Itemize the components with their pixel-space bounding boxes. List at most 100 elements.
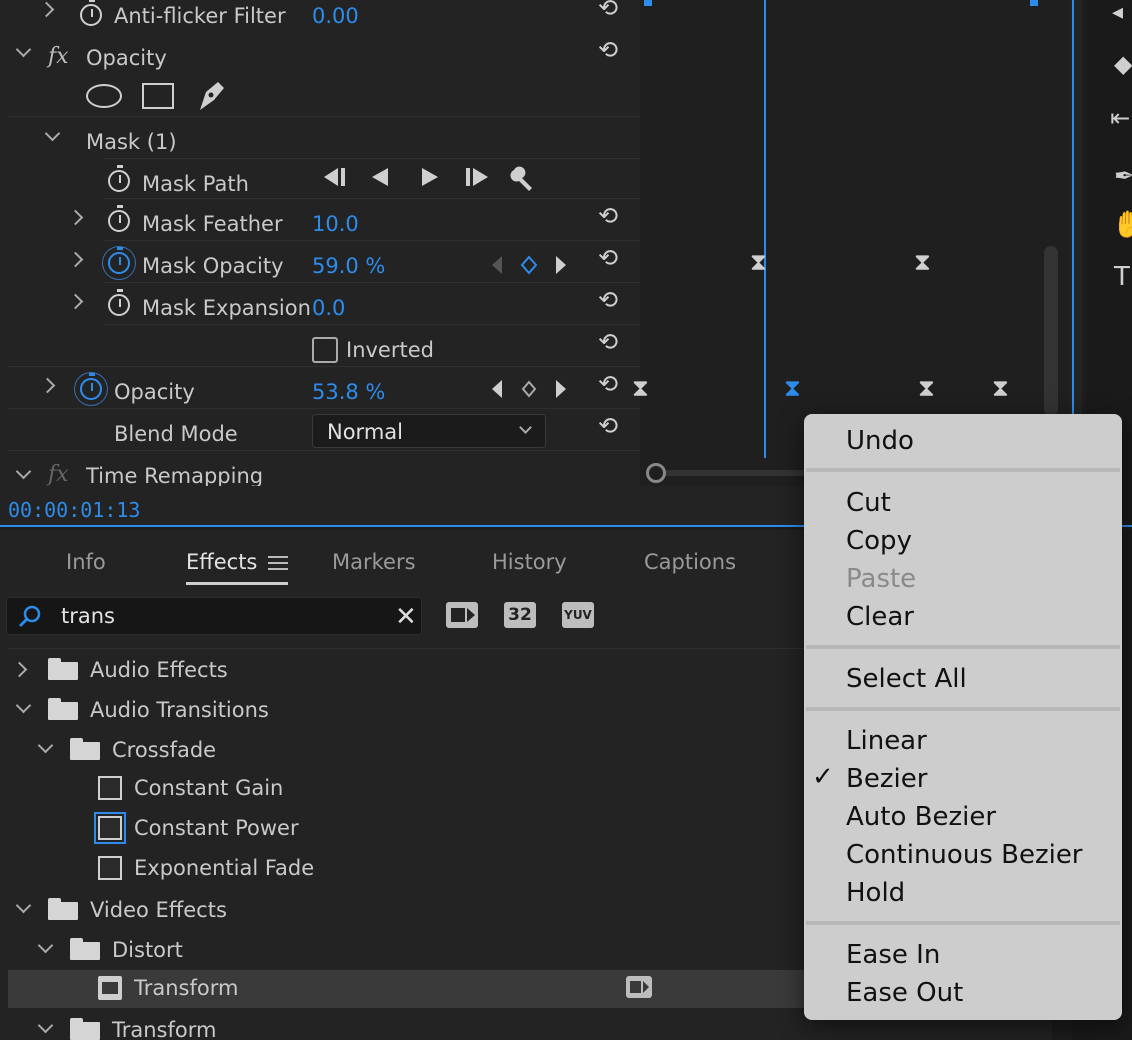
reset-icon[interactable]: ⟲ — [598, 330, 624, 354]
yuv-icon[interactable]: YUV — [562, 602, 594, 628]
accelerated-effects-icon[interactable] — [446, 602, 478, 628]
menu-separator — [806, 921, 1120, 925]
reset-icon[interactable]: ⟲ — [598, 414, 624, 438]
checkmark-icon: ✓ — [812, 762, 834, 792]
time-remapping-label: Time Remapping — [86, 464, 264, 487]
collapse-chevron-icon[interactable] — [15, 463, 32, 480]
reset-icon[interactable]: ⟲ — [598, 38, 624, 62]
menu-item-undo[interactable]: Undo — [846, 428, 914, 454]
folder-icon — [48, 698, 78, 720]
menu-item-auto-bezier[interactable]: Auto Bezier — [846, 804, 996, 830]
effect-controls-scrollbar-thumb[interactable] — [1044, 246, 1058, 416]
tree-item-video-effects[interactable]: Video Effects — [90, 900, 227, 921]
tree-item-crossfade[interactable]: Crossfade — [112, 740, 216, 761]
stopwatch-active-icon[interactable] — [108, 247, 130, 274]
fx-badge-icon[interactable]: fx — [48, 462, 69, 486]
tab-markers[interactable]: Markers — [332, 550, 416, 574]
mask-opacity-value[interactable]: 59.0 % — [312, 256, 385, 277]
ellipse-mask-icon[interactable] — [86, 84, 122, 108]
menu-item-ease-in[interactable]: Ease In — [846, 942, 940, 968]
keyframe-icon[interactable]: ⧗ — [992, 376, 1009, 400]
audio-transition-icon — [98, 776, 122, 800]
menu-item-clear[interactable]: Clear — [846, 604, 914, 630]
menu-item-continuous-bezier[interactable]: Continuous Bezier — [846, 842, 1083, 868]
rectangle-mask-icon[interactable] — [142, 83, 174, 109]
folder-icon — [70, 938, 100, 960]
mask-opacity-label: Mask Opacity — [142, 254, 284, 278]
anti-flicker-label: Anti-flicker Filter — [114, 4, 286, 28]
folder-icon — [48, 898, 78, 920]
zoom-handle[interactable] — [646, 463, 666, 483]
keyframe-selected-icon[interactable]: ⧗ — [784, 376, 801, 400]
timecode-display[interactable]: 00:00:01:13 — [8, 498, 140, 522]
track-select-tool-icon[interactable]: ◂ — [1112, 0, 1123, 25]
razor-tool-icon[interactable]: ◆ — [1114, 50, 1132, 78]
menu-item-copy[interactable]: Copy — [846, 528, 912, 554]
keyframe-icon[interactable]: ⧗ — [750, 250, 767, 274]
search-icon — [17, 604, 43, 630]
blend-mode-dropdown[interactable]: Normal — [312, 414, 546, 448]
tree-item-transform-effect[interactable]: Transform — [134, 978, 238, 999]
tab-info[interactable]: Info — [66, 550, 106, 574]
menu-item-cut[interactable]: Cut — [846, 490, 891, 516]
clear-search-icon[interactable]: ✕ — [395, 602, 417, 632]
keyframe-icon[interactable]: ⧗ — [918, 376, 935, 400]
mask-feather-label: Mask Feather — [142, 212, 283, 236]
stopwatch-icon[interactable] — [108, 165, 130, 192]
menu-item-ease-out[interactable]: Ease Out — [846, 980, 963, 1006]
inverted-label: Inverted — [346, 338, 434, 362]
hand-tool-icon[interactable]: ✋ — [1112, 210, 1132, 240]
menu-item-hold[interactable]: Hold — [846, 880, 905, 906]
opacity-value[interactable]: 53.8 % — [312, 382, 385, 403]
tab-effects[interactable]: Effects — [186, 550, 257, 574]
reset-icon[interactable]: ⟲ — [598, 0, 624, 20]
effects-search-input[interactable]: trans ✕ — [6, 597, 422, 635]
tree-item-audio-effects[interactable]: Audio Effects — [90, 660, 228, 681]
zoom-bar[interactable] — [666, 470, 806, 476]
in-point-marker — [644, 0, 652, 6]
menu-item-bezier[interactable]: Bezier — [846, 766, 927, 792]
tree-item-distort[interactable]: Distort — [112, 940, 183, 961]
opacity-label: Opacity — [114, 380, 195, 404]
search-value: trans — [61, 604, 115, 628]
menu-separator — [806, 468, 1120, 472]
stopwatch-active-icon[interactable] — [80, 373, 102, 400]
reset-icon[interactable]: ⟲ — [598, 246, 624, 270]
reset-icon[interactable]: ⟲ — [598, 372, 624, 396]
tree-item-audio-transitions[interactable]: Audio Transitions — [90, 700, 269, 721]
type-tool-icon[interactable]: T — [1114, 262, 1130, 292]
inverted-checkbox[interactable] — [312, 337, 338, 363]
slip-tool-icon[interactable]: ⇤ — [1110, 104, 1130, 132]
stopwatch-icon[interactable] — [108, 205, 130, 232]
menu-item-linear[interactable]: Linear — [846, 728, 927, 754]
tree-item-exponential-fade[interactable]: Exponential Fade — [134, 858, 314, 879]
mask-feather-value[interactable]: 10.0 — [312, 214, 359, 235]
pen-tool-icon[interactable]: ✒ — [1114, 162, 1132, 190]
menu-item-select-all[interactable]: Select All — [846, 666, 967, 692]
reset-icon[interactable]: ⟲ — [598, 288, 624, 312]
tab-history[interactable]: History — [492, 550, 567, 574]
anti-flicker-value[interactable]: 0.00 — [312, 6, 359, 27]
chevron-down-icon — [519, 421, 532, 434]
audio-transition-icon — [98, 856, 122, 880]
tab-captions[interactable]: Captions — [644, 550, 736, 574]
keyframe-icon[interactable]: ⧗ — [914, 250, 931, 274]
fx-badge-icon[interactable]: fx — [48, 44, 69, 69]
pen-mask-icon[interactable] — [196, 78, 228, 112]
32-bit-icon[interactable]: 32 — [504, 602, 536, 628]
mask-expansion-value[interactable]: 0.0 — [312, 298, 345, 319]
collapse-chevron-icon[interactable] — [37, 1017, 54, 1034]
stopwatch-icon[interactable] — [108, 289, 130, 316]
menu-separator — [806, 645, 1120, 649]
playhead-line[interactable] — [764, 0, 766, 458]
tree-item-transform-folder[interactable]: Transform — [112, 1020, 216, 1040]
mask-expansion-label: Mask Expansion — [142, 296, 311, 320]
keyframe-icon[interactable]: ⧗ — [632, 376, 649, 400]
reset-icon[interactable]: ⟲ — [598, 204, 624, 228]
tree-row-transform-folder: Transform — [0, 1012, 808, 1040]
tree-item-constant-gain[interactable]: Constant Gain — [134, 778, 283, 799]
folder-icon — [48, 658, 78, 680]
tree-item-constant-power[interactable]: Constant Power — [134, 818, 299, 839]
panel-menu-icon[interactable] — [268, 554, 288, 572]
stopwatch-icon[interactable] — [80, 0, 102, 26]
